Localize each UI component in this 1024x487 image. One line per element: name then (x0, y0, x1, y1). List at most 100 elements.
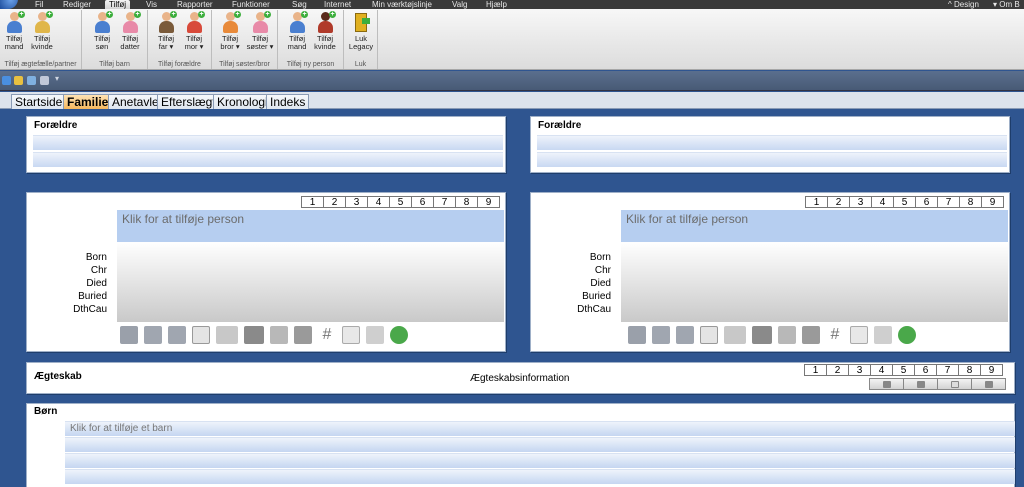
menu-internet[interactable]: Internet (324, 0, 351, 9)
child-row[interactable] (65, 437, 1015, 452)
notes-icon[interactable] (700, 326, 718, 344)
library-icon[interactable] (778, 326, 796, 344)
events-area[interactable] (621, 242, 1008, 322)
spouse-tab-8[interactable]: 8 (959, 196, 982, 208)
spouse-tab-3[interactable]: 3 (345, 196, 368, 208)
menu-min-vaerktoejslinje[interactable]: Min værktøjslinje (372, 0, 432, 9)
marriage-tab-6[interactable]: 6 (914, 364, 937, 376)
add-wife-button[interactable]: + Tilføj kvinde (28, 11, 56, 51)
notes-icon[interactable] (192, 326, 210, 344)
mother-row[interactable] (33, 152, 503, 167)
events-area[interactable] (117, 242, 504, 322)
spouse-tab-9[interactable]: 9 (981, 196, 1004, 208)
marriage-tab-8[interactable]: 8 (958, 364, 981, 376)
map-icon[interactable] (366, 326, 384, 344)
user-search-icon[interactable] (390, 326, 408, 344)
marriage-tab-7[interactable]: 7 (936, 364, 959, 376)
document-icon[interactable] (342, 326, 360, 344)
mother-row[interactable] (537, 152, 1007, 167)
add-daughter-button[interactable]: + Tilføj datter (116, 11, 144, 51)
marriage-tab-1[interactable]: 1 (804, 364, 827, 376)
marriage-library-button[interactable] (869, 378, 904, 390)
siblings-icon[interactable] (652, 326, 670, 344)
menu-rediger[interactable]: Rediger (63, 0, 91, 9)
menu-om[interactable]: ▾ Om B (993, 0, 1020, 9)
spouse-tab-6[interactable]: 6 (411, 196, 434, 208)
document-icon[interactable] (850, 326, 868, 344)
spouse-tab-4[interactable]: 4 (871, 196, 894, 208)
app-orb-button[interactable] (0, 0, 18, 9)
marriage-tab-2[interactable]: 2 (826, 364, 849, 376)
book-icon[interactable] (216, 326, 238, 344)
add-mother-button[interactable]: + Tilføj mor ▾ (180, 11, 208, 51)
menu-funktioner[interactable]: Funktioner (232, 0, 270, 9)
edit-icon[interactable] (802, 326, 820, 344)
child-row[interactable] (65, 453, 1015, 468)
hash-icon[interactable]: # (318, 326, 336, 344)
library-icon[interactable] (270, 326, 288, 344)
father-row[interactable] (537, 135, 1007, 150)
add-son-button[interactable]: + Tilføj søn (88, 11, 116, 51)
spouse-tab-2[interactable]: 2 (827, 196, 850, 208)
customize-dropdown-icon[interactable]: ▾ (55, 74, 59, 83)
tab-startside[interactable]: Startside (11, 94, 67, 109)
menu-fil[interactable]: Fil (35, 0, 43, 9)
tab-efterslaegt[interactable]: Efterslægt (157, 94, 220, 109)
spouses-icon[interactable] (676, 326, 694, 344)
add-sister-button[interactable]: + Tilføj søster ▾ (245, 11, 275, 51)
spouses-icon[interactable] (168, 326, 186, 344)
tab-familie[interactable]: Familie (63, 94, 113, 109)
tab-anetavle[interactable]: Anetavle (108, 94, 163, 109)
tools-icon[interactable] (40, 76, 49, 85)
menu-tilfoej[interactable]: Tilføj (105, 0, 131, 9)
marriage-tab-5[interactable]: 5 (892, 364, 915, 376)
edit-icon[interactable] (294, 326, 312, 344)
siblings-icon[interactable] (144, 326, 162, 344)
marriage-tab-3[interactable]: 3 (848, 364, 871, 376)
spouse-tab-4[interactable]: 4 (367, 196, 390, 208)
spouse-tab-7[interactable]: 7 (937, 196, 960, 208)
menu-vis[interactable]: Vis (146, 0, 157, 9)
new-file-icon[interactable] (2, 76, 11, 85)
child-row[interactable] (65, 469, 1015, 484)
marriage-tab-9[interactable]: 9 (980, 364, 1003, 376)
menu-design[interactable]: ^ Design (948, 0, 979, 9)
spouse-tab-9[interactable]: 9 (477, 196, 500, 208)
spouse-tab-7[interactable]: 7 (433, 196, 456, 208)
marriage-notes-button[interactable] (937, 378, 972, 390)
picture-icon[interactable] (244, 326, 264, 344)
spouse-tab-6[interactable]: 6 (915, 196, 938, 208)
tab-indeks[interactable]: Indeks (266, 94, 310, 109)
book-icon[interactable] (724, 326, 746, 344)
picture-icon[interactable] (752, 326, 772, 344)
add-husband-button[interactable]: + Tilføj mand (0, 11, 28, 51)
menu-hjaelp[interactable]: Hjælp (486, 0, 507, 9)
add-brother-button[interactable]: + Tilføj bror ▾ (216, 11, 244, 51)
hash-icon[interactable]: # (826, 326, 844, 344)
spouse-tab-1[interactable]: 1 (301, 196, 324, 208)
person-name-box[interactable]: Klik for at tilføje person (621, 210, 1008, 242)
father-row[interactable] (33, 135, 503, 150)
parents-icon[interactable] (628, 326, 646, 344)
add-child-row[interactable]: Klik for at tilføje et barn (65, 421, 1015, 436)
marriage-tab-4[interactable]: 4 (870, 364, 893, 376)
menu-soeg[interactable]: Søg (292, 0, 307, 9)
spouse-tab-2[interactable]: 2 (323, 196, 346, 208)
menu-rapporter[interactable]: Rapporter (177, 0, 213, 9)
spouse-tab-3[interactable]: 3 (849, 196, 872, 208)
tab-kronologi[interactable]: Kronologi (213, 94, 272, 109)
add-father-button[interactable]: + Tilføj far ▾ (152, 11, 180, 51)
marriage-info-link[interactable]: Ægteskabsinformation (470, 373, 570, 384)
menu-valg[interactable]: Valg (452, 0, 467, 9)
print-icon[interactable] (27, 76, 36, 85)
open-folder-icon[interactable] (14, 76, 23, 85)
close-legacy-button[interactable]: Luk Legacy (347, 12, 375, 51)
spouse-tab-8[interactable]: 8 (455, 196, 478, 208)
person-name-box[interactable]: Klik for at tilføje person (117, 210, 504, 242)
spouse-tab-5[interactable]: 5 (893, 196, 916, 208)
add-new-woman-button[interactable]: + Tilføj kvinde (311, 11, 339, 51)
user-search-icon[interactable] (898, 326, 916, 344)
marriage-edit-button[interactable] (903, 378, 938, 390)
parents-icon[interactable] (120, 326, 138, 344)
spouse-tab-1[interactable]: 1 (805, 196, 828, 208)
